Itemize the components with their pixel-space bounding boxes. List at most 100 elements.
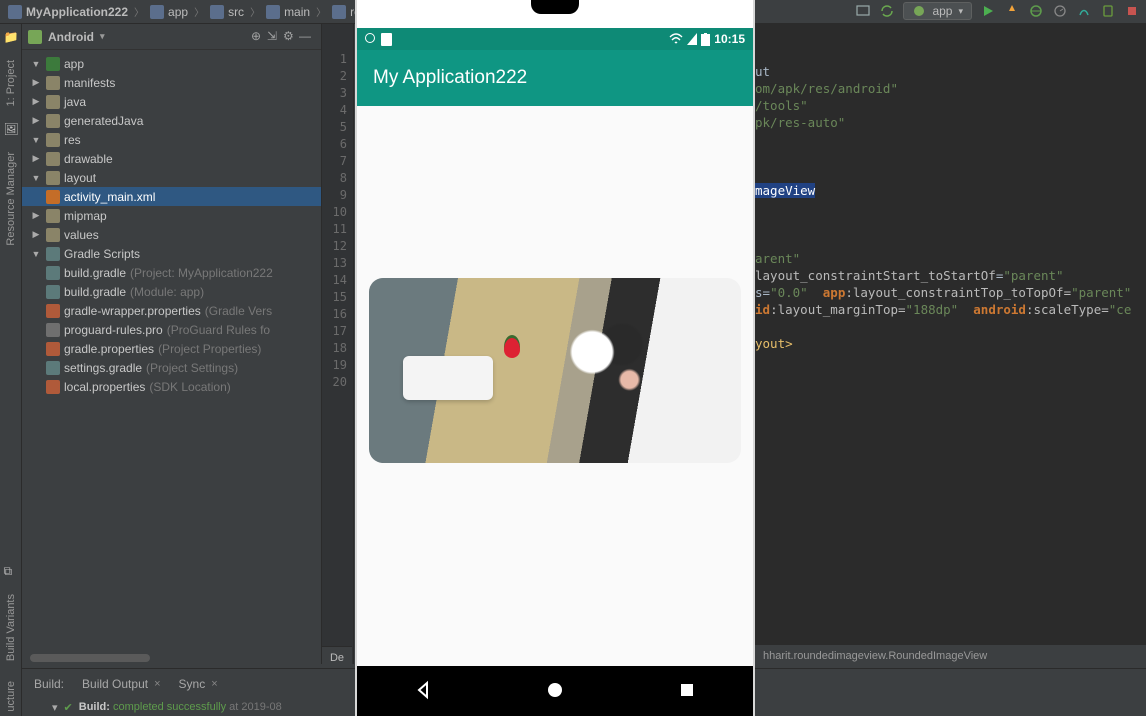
close-icon[interactable]: × — [154, 678, 160, 690]
line-number: 9 — [322, 188, 353, 205]
line-number: 20 — [322, 375, 353, 392]
nav-back-button[interactable] — [413, 680, 433, 703]
line-number: 10 — [322, 205, 353, 222]
run-config-dropdown[interactable]: app ▾ — [903, 2, 972, 20]
folder-icon — [332, 5, 346, 19]
line-number: 4 — [322, 103, 353, 120]
folder-icon — [266, 5, 280, 19]
sd-card-icon — [381, 33, 392, 46]
project-tab[interactable]: 1: Project — [5, 56, 17, 110]
resource-manager-icon[interactable]: 🖼 — [4, 122, 18, 136]
line-number: 15 — [322, 290, 353, 307]
nav-recents-button[interactable] — [677, 680, 697, 703]
properties-file-icon — [46, 304, 60, 318]
chevron-down-icon[interactable]: ▾ — [100, 31, 105, 42]
folder-icon — [210, 5, 224, 19]
resource-manager-tab[interactable]: Resource Manager — [5, 148, 17, 250]
build-variants-tab[interactable]: Build Variants — [5, 590, 17, 665]
editor-breadcrumb[interactable]: hharit.roundedimageview.RoundedImageView — [755, 644, 1146, 666]
collapse-icon[interactable]: ⇲ — [267, 29, 283, 45]
chevron-right-icon: 〉 — [132, 4, 146, 19]
tree-node-gradle-scripts[interactable]: ▼Gradle Scripts — [22, 244, 321, 263]
breadcrumb-item[interactable]: app — [146, 5, 192, 19]
android-nav-bar — [357, 666, 753, 716]
properties-file-icon — [46, 380, 60, 394]
run-button[interactable] — [980, 3, 996, 19]
design-tab[interactable]: De — [322, 646, 352, 668]
project-tree[interactable]: ▼app ▶manifests ▶java ▶generatedJava ▼re… — [22, 50, 321, 400]
signal-icon — [687, 33, 697, 45]
folder-icon — [46, 95, 60, 109]
tree-node-gradle-wrapper[interactable]: gradle-wrapper.properties (Gradle Vers — [22, 301, 321, 320]
android-status-bar: 10:15 — [357, 28, 753, 50]
debug-button[interactable] — [1028, 3, 1044, 19]
properties-file-icon — [46, 342, 60, 356]
attach-debugger-icon[interactable] — [1076, 3, 1092, 19]
build-output-tab[interactable]: Build Output× — [76, 675, 166, 693]
horizontal-scrollbar[interactable] — [30, 654, 315, 664]
breadcrumb-item[interactable]: MyApplication222 — [4, 5, 132, 19]
tree-node-manifests[interactable]: ▶manifests — [22, 73, 321, 92]
folder-icon — [46, 152, 60, 166]
hide-icon[interactable]: — — [299, 29, 315, 45]
tree-node-proguard[interactable]: proguard-rules.pro (ProGuard Rules fo — [22, 320, 321, 339]
app-content — [357, 106, 753, 666]
project-view-mode[interactable]: Android — [48, 30, 94, 44]
scrollbar-thumb[interactable] — [30, 654, 150, 662]
stop-button[interactable] — [1124, 3, 1140, 19]
tree-node-java[interactable]: ▶java — [22, 92, 321, 111]
nav-home-button[interactable] — [545, 680, 565, 703]
close-icon[interactable]: × — [211, 678, 217, 690]
phone-frame-top — [357, 0, 753, 28]
phone-notch — [531, 0, 579, 14]
tree-node-activity-main[interactable]: activity_main.xml — [22, 187, 321, 206]
editor-gutter: 1 2 3 4 5 6 7 8 9 10 11 12 13 14 15 16 1… — [322, 24, 354, 664]
tree-node-values[interactable]: ▶values — [22, 225, 321, 244]
project-tab-icon[interactable]: 📁 — [4, 30, 18, 44]
device-icon[interactable] — [855, 3, 871, 19]
breadcrumb-item[interactable]: src — [206, 5, 248, 19]
chevron-right-icon: 〉 — [248, 4, 262, 19]
apply-changes-icon[interactable] — [1004, 3, 1020, 19]
run-toolbar: app ▾ — [855, 2, 1140, 20]
gradle-file-icon — [46, 285, 60, 299]
tree-node-res[interactable]: ▼res — [22, 130, 321, 149]
line-number: 7 — [322, 154, 353, 171]
tree-node-build-gradle-module[interactable]: build.gradle (Module: app) — [22, 282, 321, 301]
tree-node-layout[interactable]: ▼layout — [22, 168, 321, 187]
build-label: Build: — [28, 675, 70, 693]
tree-node-settings-gradle[interactable]: settings.gradle (Project Settings) — [22, 358, 321, 377]
tree-node-mipmap[interactable]: ▶mipmap — [22, 206, 321, 225]
structure-tab[interactable]: ucture — [5, 677, 17, 716]
line-number: 1 — [322, 52, 353, 69]
app-title: My Application222 — [373, 67, 527, 89]
tree-node-generatedjava[interactable]: ▶generatedJava — [22, 111, 321, 130]
breadcrumb-item[interactable]: main — [262, 5, 314, 19]
sync-icon[interactable] — [879, 3, 895, 19]
android-icon — [28, 30, 42, 44]
code-editor[interactable]: ut om/apk/res/android" /tools" pk/res-au… — [755, 24, 1146, 666]
profiler-icon[interactable] — [1052, 3, 1068, 19]
tree-node-local-properties[interactable]: local.properties (SDK Location) — [22, 377, 321, 396]
folder-icon — [46, 114, 60, 128]
sync-tab[interactable]: Sync× — [173, 675, 224, 693]
project-icon — [8, 5, 22, 19]
avd-icon[interactable] — [1100, 3, 1116, 19]
build-variants-icon[interactable]: ⧉ — [4, 564, 18, 578]
gradle-icon — [46, 247, 60, 261]
gear-icon[interactable]: ⚙ — [283, 29, 299, 45]
line-number: 3 — [322, 86, 353, 103]
tree-node-app[interactable]: ▼app — [22, 54, 321, 73]
tree-node-drawable[interactable]: ▶drawable — [22, 149, 321, 168]
xml-file-icon — [46, 190, 60, 204]
target-icon[interactable]: ⊕ — [251, 29, 267, 45]
status-time: 10:15 — [714, 32, 745, 46]
chevron-down-icon[interactable]: ▾ — [52, 701, 58, 714]
tree-node-build-gradle-project[interactable]: build.gradle (Project: MyApplication222 — [22, 263, 321, 282]
tree-node-gradle-properties[interactable]: gradle.properties (Project Properties) — [22, 339, 321, 358]
folder-icon — [46, 228, 60, 242]
line-number: 8 — [322, 171, 353, 188]
line-number: 19 — [322, 358, 353, 375]
text-file-icon — [46, 323, 60, 337]
battery-icon — [701, 33, 710, 46]
